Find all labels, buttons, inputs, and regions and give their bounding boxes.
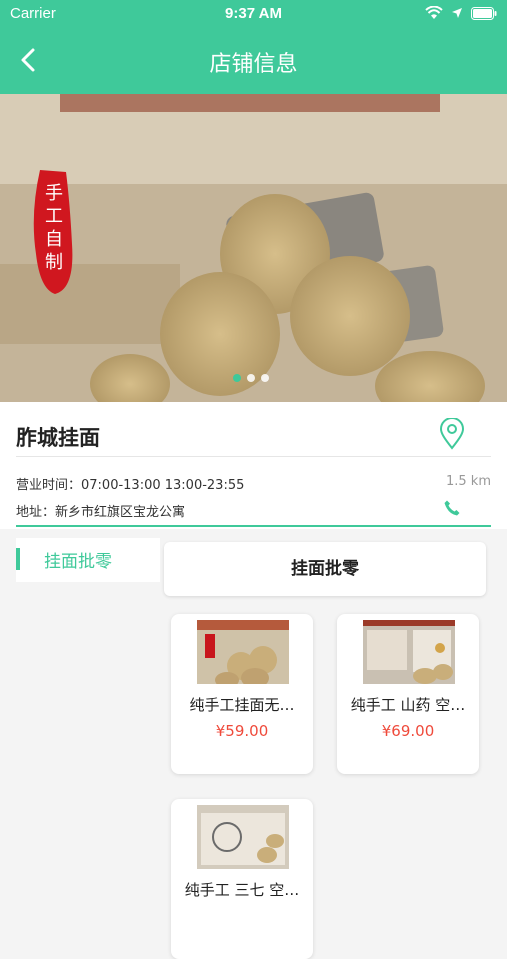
battery-icon xyxy=(471,6,497,20)
product-name: 纯手工 三七 空… xyxy=(184,881,300,899)
distance-label: 1.5 km xyxy=(446,474,491,489)
product-name: 纯手工挂面无… xyxy=(189,696,295,714)
divider-accent xyxy=(16,525,491,527)
product-image xyxy=(197,805,289,869)
svg-text:制: 制 xyxy=(45,252,63,273)
shop-info-panel: 胙城挂面 营业时间：07:00-13:00 13:00-23:55 1.5 km… xyxy=(0,402,507,529)
shop-name: 胙城挂面 xyxy=(16,426,100,450)
sidebar-item-wholesale[interactable]: 挂面批零 xyxy=(16,538,160,582)
wifi-icon xyxy=(425,6,443,19)
product-price: ¥69.00 xyxy=(381,722,435,740)
svg-text:工: 工 xyxy=(45,206,63,227)
product-image xyxy=(363,620,455,684)
location-arrow-icon xyxy=(452,8,462,18)
svg-text:手: 手 xyxy=(45,183,63,204)
product-image xyxy=(197,620,289,684)
sidebar-item-label: 挂面批零 xyxy=(44,552,112,572)
shop-address: 地址：新乡市红旗区宝龙公寓 xyxy=(16,505,186,520)
product-name: 纯手工 山药 空… xyxy=(350,696,466,714)
phone-icon[interactable] xyxy=(443,499,461,517)
business-hours: 营业时间：07:00-13:00 13:00-23:55 xyxy=(16,478,245,493)
product-price: ¥59.00 xyxy=(215,722,269,740)
navigation-bar: 店铺信息 xyxy=(0,28,507,94)
divider xyxy=(16,456,491,457)
status-bar: Carrier 9:37 AM xyxy=(0,0,507,28)
map-pin-icon[interactable] xyxy=(438,418,466,450)
product-card[interactable]: 纯手工 三七 空… xyxy=(171,799,313,959)
status-icons xyxy=(425,6,497,20)
carousel-dot[interactable] xyxy=(261,374,269,382)
product-card[interactable]: 纯手工挂面无… ¥59.00 xyxy=(171,614,313,774)
sidebar-active-indicator xyxy=(16,548,20,570)
banner-carousel[interactable]: 手 工 自 制 xyxy=(0,94,507,402)
svg-text:自: 自 xyxy=(45,229,63,250)
banner-image: 手 工 自 制 xyxy=(0,94,507,402)
product-card[interactable]: 纯手工 山药 空… ¥69.00 xyxy=(337,614,479,774)
carousel-dot[interactable] xyxy=(233,374,241,382)
category-title: 挂面批零 xyxy=(164,542,486,596)
carousel-dot[interactable] xyxy=(247,374,255,382)
page-title: 店铺信息 xyxy=(209,52,298,77)
carousel-indicator[interactable] xyxy=(233,374,269,382)
